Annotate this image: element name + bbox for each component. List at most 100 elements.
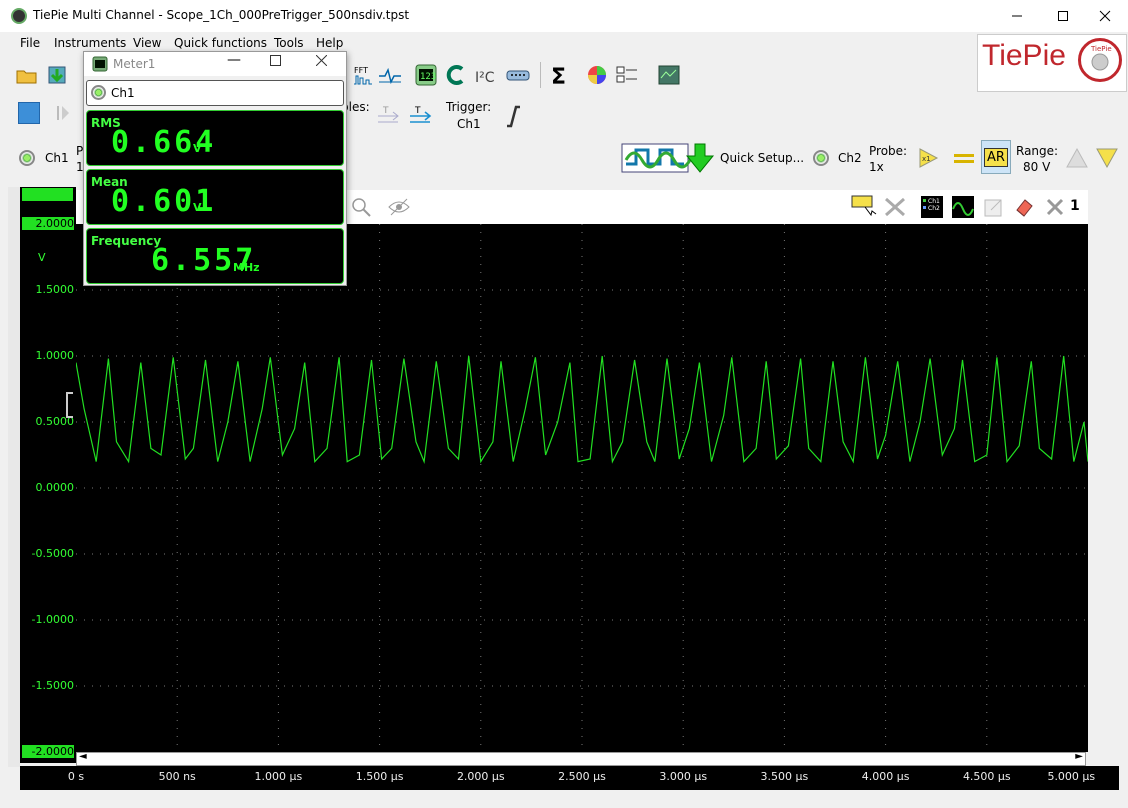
color-settings-icon[interactable] [584, 62, 610, 88]
svg-text:T: T [382, 106, 389, 116]
meter-icon[interactable]: 123 [413, 62, 439, 88]
meter-channel-selector[interactable]: Ch1 [86, 80, 344, 106]
ch1-led-icon[interactable] [19, 150, 35, 166]
ch1-name[interactable]: Ch1 [45, 151, 69, 165]
minimize-button[interactable] [994, 0, 1040, 32]
x-tick-label: 1.000 µs [254, 770, 303, 783]
ch2-coupling-icon[interactable] [951, 145, 977, 171]
x-tick-label: 2.500 µs [558, 770, 606, 783]
menu-instruments[interactable]: Instruments [54, 36, 126, 50]
zoom-icon[interactable] [348, 194, 374, 220]
meter-frequency-panel: Frequency 6.557 MHz [86, 228, 344, 284]
x-tick-label: 3.500 µs [760, 770, 809, 783]
y-tick-label: 2.0000 [22, 217, 74, 230]
y-axis[interactable]: 2.0000 1.5000 1.0000 0.5000 0.0000 -0.5000 -1.… [20, 187, 76, 763]
scroll-right-icon[interactable]: ► [1075, 751, 1083, 762]
svg-text:x1: x1 [922, 155, 931, 163]
svg-text:Σ: Σ [551, 65, 566, 86]
y-tick-label: -1.0000 [31, 613, 74, 626]
channel-list-icon[interactable] [614, 62, 640, 88]
meter-maximize-button[interactable] [270, 55, 281, 69]
y-tick-label: -0.5000 [31, 547, 74, 560]
sum-icon[interactable]: Σ [547, 62, 573, 88]
scope-plot[interactable] [75, 224, 1089, 752]
quick-setup-label[interactable]: Quick Setup... [720, 151, 804, 165]
eraser-icon[interactable] [1011, 194, 1037, 220]
open-folder-icon[interactable] [14, 62, 40, 88]
trigger-slope-rising-icon[interactable] [500, 103, 526, 129]
meter-rms-panel: RMS 0.664 V [86, 110, 344, 166]
meter-titlebar[interactable]: Meter1 — [84, 52, 346, 76]
meter-rms-unit: V [193, 142, 202, 155]
y-unit-label: V [38, 251, 46, 264]
auto-range-button[interactable]: AR [981, 140, 1011, 174]
x-tick-label: 4.500 µs [962, 770, 1011, 783]
window-title: TiePie Multi Channel - Scope_1Ch_000PreT… [33, 8, 410, 22]
x-tick-label: 1.500 µs [355, 770, 404, 783]
ch2-probe-value: 1x [869, 160, 884, 174]
meter-mean-unit: V [193, 201, 202, 214]
ch2-probe-gain-icon[interactable]: x1 [915, 145, 941, 171]
y-tick-label: 0.0000 [35, 481, 75, 494]
scope-plot-svg [75, 224, 1089, 752]
quick-setup-icon[interactable] [620, 140, 718, 176]
serial-icon[interactable] [505, 62, 531, 88]
x-tick-label: 4.000 µs [861, 770, 910, 783]
meter-frequency-unit: MHz [233, 261, 260, 274]
left-strip [8, 187, 20, 767]
spectrum-icon[interactable] [377, 62, 403, 88]
maximize-button[interactable] [1040, 0, 1086, 32]
menu-file[interactable]: File [20, 36, 40, 50]
svg-text:Ch1: Ch1 [928, 198, 940, 205]
svg-text:123: 123 [420, 72, 436, 82]
scope-view-icon[interactable] [656, 62, 682, 88]
meter-ch1-led-icon [91, 85, 106, 100]
y-tick-label: 1.5000 [35, 283, 75, 296]
y-tick-label: -1.5000 [31, 679, 74, 692]
ch1-offset-marker[interactable] [66, 392, 73, 418]
ch1-axis-indicator [22, 188, 73, 201]
range-up-icon[interactable] [1064, 145, 1090, 171]
svg-text:I²C: I²C [475, 70, 495, 86]
meter-mean-panel: Mean 0.601 V [86, 169, 344, 225]
ch2-range-label: Range: [1016, 144, 1059, 158]
svg-text:FFT: FFT [354, 66, 368, 75]
save-download-icon[interactable] [44, 62, 70, 88]
stop-button[interactable] [18, 102, 40, 124]
menu-view[interactable]: View [133, 36, 161, 50]
meter-close-button[interactable] [315, 54, 328, 69]
resize-icon[interactable] [981, 194, 1007, 220]
close-button[interactable] [1082, 0, 1128, 32]
ch2-range-value: 80 V [1023, 160, 1051, 174]
delete-cursor-icon[interactable] [882, 194, 908, 220]
play-icon[interactable] [49, 100, 75, 126]
horizontal-scrollbar[interactable]: ◄ ► [76, 751, 1086, 766]
remove-icon[interactable] [1042, 194, 1068, 220]
legend-icon[interactable]: Ch1 Ch2 [919, 194, 945, 220]
meter-window[interactable]: Meter1 — Ch1 RMS 0.664 V Mean 0.601 V Fr… [83, 51, 347, 286]
fft-icon[interactable]: FFT [351, 62, 377, 88]
scroll-left-icon[interactable]: ◄ [79, 751, 87, 762]
signal-display-icon[interactable] [950, 194, 976, 220]
meter-minimize-button[interactable]: — [227, 52, 241, 68]
i2c-icon[interactable]: I²C [473, 62, 499, 88]
x-axis[interactable]: 0 s 500 ns 1.000 µs 1.500 µs 2.000 µs 2.500 µ… [20, 766, 1119, 790]
menu-help[interactable]: Help [316, 36, 343, 50]
ch2-name[interactable]: Ch2 [838, 151, 862, 165]
trigger-mode-2-icon[interactable]: T [407, 102, 433, 128]
range-down-icon[interactable] [1094, 145, 1120, 171]
x-tick-label: 2.000 µs [456, 770, 505, 783]
meter-title: Meter1 [113, 57, 156, 71]
menu-quick-functions[interactable]: Quick functions [174, 36, 267, 50]
meter-channel-name: Ch1 [111, 86, 135, 100]
trigger-label: Trigger: [446, 100, 492, 114]
trigger-mode-1-icon[interactable]: T [375, 102, 401, 128]
can-decoder-icon[interactable] [443, 62, 469, 88]
menu-tools[interactable]: Tools [274, 36, 304, 50]
comment-text-icon[interactable] [851, 194, 877, 220]
logo-badge: TiePie [1078, 38, 1122, 82]
toolbar-separator [540, 62, 541, 88]
svg-text:T: T [414, 106, 421, 116]
visibility-icon[interactable] [386, 194, 412, 220]
ch2-led-icon[interactable] [813, 150, 829, 166]
